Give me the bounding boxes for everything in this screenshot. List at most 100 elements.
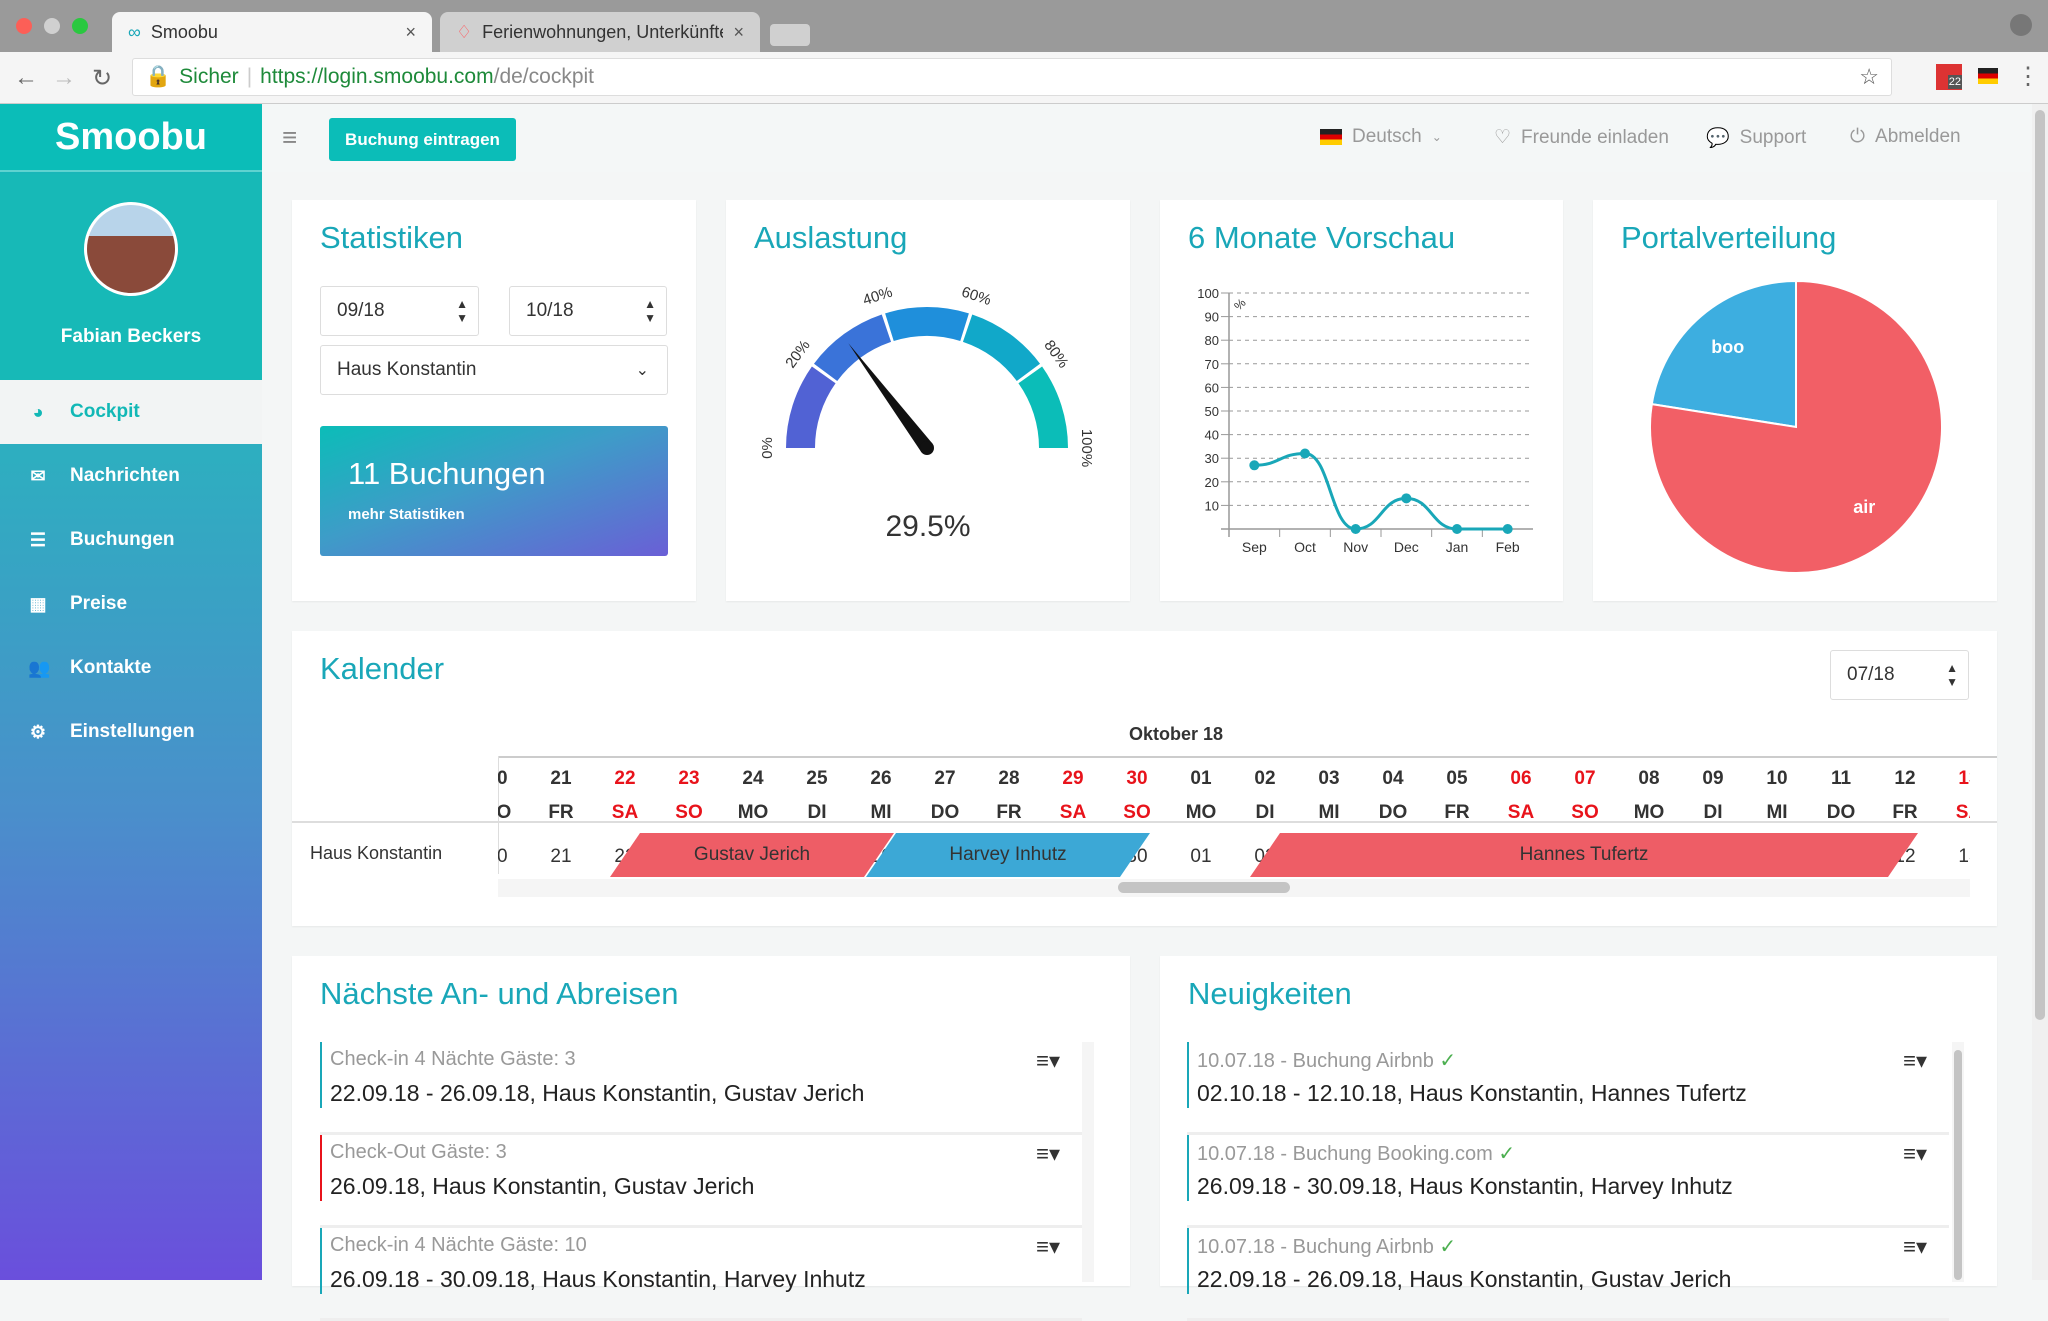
news-item[interactable]: 10.07.18 - Buchung Airbnb ✓ 02.10.18 - 1…	[1187, 1042, 1949, 1135]
portal-card: Portalverteilung boo air	[1593, 200, 1997, 601]
logout-link[interactable]: ⏻ Abmelden	[1850, 126, 1961, 148]
back-icon[interactable]: ←	[14, 64, 38, 92]
calendar-day-number: 30	[1126, 768, 1148, 789]
calendar-property-name: Haus Konstantin	[310, 843, 443, 863]
page-scrollbar-thumb[interactable]	[2035, 110, 2045, 1020]
sidebar-item-preise[interactable]: ▦ Preise	[0, 572, 262, 636]
chevron-down-icon: ⌄	[1431, 130, 1442, 144]
hamburger-menu-icon[interactable]: ≡	[282, 122, 297, 153]
more-stats-link[interactable]: mehr Statistiken	[348, 506, 465, 523]
item-header: Check-Out Gäste: 3	[330, 1141, 507, 1164]
new-tab-button[interactable]	[770, 24, 810, 46]
arrival-item[interactable]: Check-Out Gäste: 3 26.09.18, Haus Konsta…	[320, 1135, 1082, 1228]
item-menu-icon[interactable]: ≡▾	[1036, 1048, 1060, 1074]
sidebar-item-einstellungen[interactable]: ⚙ Einstellungen	[0, 700, 262, 764]
sidebar-item-nachrichten[interactable]: ✉ Nachrichten	[0, 444, 262, 508]
item-menu-icon[interactable]: ≡▾	[1036, 1141, 1060, 1167]
data-point	[1452, 524, 1462, 534]
to-month-select[interactable]: 10/18 ▲ ▼	[509, 286, 667, 336]
envelope-icon: ✉	[30, 465, 46, 486]
add-booking-button[interactable]: Buchung eintragen	[329, 118, 516, 161]
tab-smoobu[interactable]: ∞ Smoobu ×	[112, 12, 432, 52]
item-details: 02.10.18 - 12.10.18, Haus Konstantin, Ha…	[1197, 1080, 1747, 1106]
menu-dots-icon[interactable]: ⋮	[2016, 62, 2040, 91]
reload-icon[interactable]: ↻	[92, 64, 112, 93]
from-month-select[interactable]: 09/18 ▲ ▼	[320, 286, 479, 336]
calendar-weekday: SA	[1507, 802, 1535, 823]
invite-friends-link[interactable]: ♡ Freunde einladen	[1494, 126, 1669, 149]
arrivals-list: Check-in 4 Nächte Gäste: 3 22.09.18 - 26…	[320, 1042, 1082, 1321]
calendar-cell[interactable]: 20	[498, 846, 529, 868]
calendar-weekday: MI	[1318, 802, 1340, 823]
minimize-window-button[interactable]	[44, 18, 60, 34]
german-flag-extension-icon[interactable]	[1978, 68, 1998, 84]
sidebar-item-label: Buchungen	[70, 529, 175, 550]
gauge-tick-label: 0%	[759, 437, 776, 459]
language-dropdown[interactable]: Deutsch ⌄	[1320, 126, 1442, 148]
maximize-window-button[interactable]	[72, 18, 88, 34]
y-tick-label: 30	[1205, 451, 1219, 466]
smoobu-logo[interactable]: Smoobu	[0, 104, 262, 172]
booking-bar[interactable]: Hannes Tufertz	[1250, 833, 1918, 877]
item-menu-icon[interactable]: ≡▾	[1036, 1234, 1060, 1260]
calendar-extension-icon[interactable]: 22	[1936, 64, 1962, 90]
calendar-cell[interactable]: 01	[1169, 846, 1233, 868]
arrival-item[interactable]: Check-in 4 Nächte Gäste: 10 26.09.18 - 3…	[320, 1228, 1082, 1321]
bookmark-star-icon[interactable]: ☆	[1859, 64, 1879, 90]
x-tick-label: Nov	[1343, 539, 1368, 555]
calendar-month-select[interactable]: 07/18 ▲ ▼	[1830, 650, 1969, 700]
item-header-text: 10.07.18 - Buchung Booking.com	[1197, 1143, 1493, 1165]
avatar[interactable]	[84, 202, 178, 296]
page-scrollbar[interactable]	[2032, 104, 2048, 1280]
item-header: 10.07.18 - Buchung Airbnb ✓	[1197, 1048, 1456, 1073]
calendar-weekday: SO	[1571, 802, 1599, 823]
tab-airbnb[interactable]: ♢ Ferienwohnungen, Unterkünfte ×	[440, 12, 760, 52]
booking-bar[interactable]: Gustav Jerich	[610, 833, 894, 877]
calendar-cell[interactable]: 13	[1937, 846, 1970, 868]
arrival-item[interactable]: Check-in 4 Nächte Gäste: 3 22.09.18 - 26…	[320, 1042, 1082, 1135]
close-window-button[interactable]	[16, 18, 32, 34]
sidebar-item-cockpit[interactable]: ◕ Cockpit	[0, 380, 262, 444]
property-select[interactable]: Haus Konstantin ⌄	[320, 345, 668, 395]
news-item[interactable]: 10.07.18 - Buchung Airbnb ✓ 22.09.18 - 2…	[1187, 1228, 1949, 1321]
sidebar-item-kontakte[interactable]: 👥 Kontakte	[0, 636, 262, 700]
bookings-summary-box[interactable]: 11 Buchungen mehr Statistiken	[320, 426, 668, 556]
news-scrollbar[interactable]	[1952, 1042, 1964, 1282]
arrivals-scrollbar[interactable]	[1082, 1042, 1094, 1282]
arrivals-title: Nächste An- und Abreisen	[320, 976, 679, 1011]
support-label: Support	[1739, 127, 1807, 148]
item-menu-icon[interactable]: ≡▾	[1903, 1048, 1927, 1074]
sidebar-item-buchungen[interactable]: ☰ Buchungen	[0, 508, 262, 572]
item-menu-icon[interactable]: ≡▾	[1903, 1234, 1927, 1260]
url-host: https://login.smoobu.com	[260, 65, 494, 88]
calendar-cell[interactable]: 21	[529, 846, 593, 868]
calendar-weekday: SO	[1123, 802, 1151, 823]
arrivals-card: Nächste An- und Abreisen Check-in 4 Näch…	[292, 956, 1130, 1321]
calendar-month-value: 07/18	[1847, 664, 1895, 685]
calendar-scrollbar-thumb[interactable]	[1118, 882, 1290, 893]
news-item[interactable]: 10.07.18 - Buchung Booking.com ✓ 26.09.1…	[1187, 1135, 1949, 1228]
dashboard-icon: ◕	[32, 401, 44, 422]
profile-area: Fabian Beckers	[0, 174, 262, 380]
profile-icon[interactable]	[2010, 14, 2032, 36]
calendar-day-number: 23	[678, 768, 700, 789]
calendar-weekday: DI	[1703, 802, 1723, 823]
calendar-day-number: 12	[1894, 768, 1916, 789]
calendar-weekday: MO	[1185, 802, 1217, 823]
item-menu-icon[interactable]: ≡▾	[1903, 1141, 1927, 1167]
close-tab-icon[interactable]: ×	[733, 22, 744, 43]
support-link[interactable]: 💬 Support	[1706, 126, 1806, 150]
news-scrollbar-thumb[interactable]	[1954, 1050, 1962, 1280]
gauge-tick-label: 100%	[1078, 429, 1095, 467]
gauge-segment	[1018, 366, 1068, 448]
booking-bar[interactable]: Harvey Inhutz	[866, 833, 1150, 877]
calendar-day-number: 09	[1702, 768, 1724, 789]
close-tab-icon[interactable]: ×	[405, 22, 416, 43]
data-point	[1502, 524, 1513, 534]
url-path: /de/cockpit	[493, 65, 594, 88]
forward-icon[interactable]: →	[52, 64, 76, 92]
calendar-scrollbar[interactable]	[498, 879, 1970, 897]
gauge-segment	[962, 314, 1041, 382]
url-input[interactable]: 🔒 Sicher | https://login.smoobu.com/de/c…	[132, 58, 1892, 96]
user-name: Fabian Beckers	[60, 326, 202, 347]
